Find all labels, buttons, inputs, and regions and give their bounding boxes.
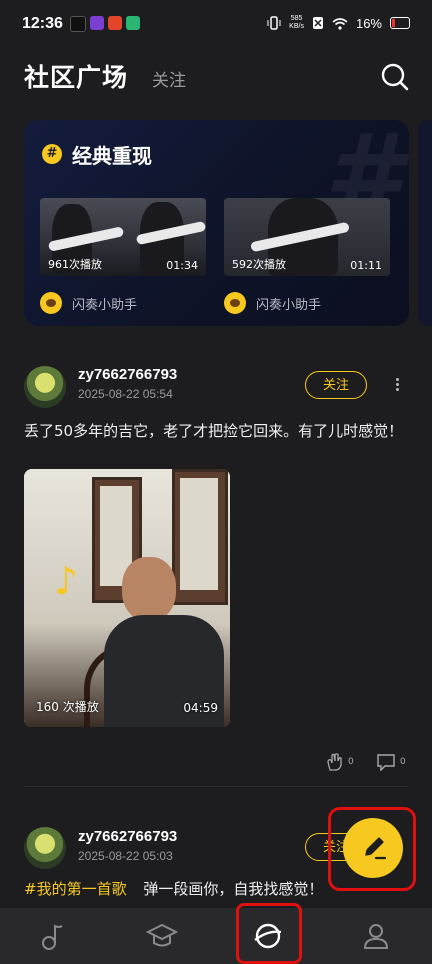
assistant-avatar <box>224 292 246 314</box>
post-date: 2025-08-22 05:03 <box>78 849 173 863</box>
avatar[interactable] <box>24 827 66 869</box>
status-time: 12:36 <box>22 15 63 32</box>
search-icon[interactable] <box>380 62 410 92</box>
classics-card-title: 经典重现 <box>72 144 152 168</box>
video-author: 闪奏小助手 <box>224 292 321 314</box>
like-count: 0 <box>348 757 354 767</box>
more-icon[interactable] <box>393 376 401 393</box>
post-username[interactable]: zy7662766793 <box>78 366 177 383</box>
status-right: 585 KB/s 16% <box>267 15 410 31</box>
tab-bar <box>0 908 432 964</box>
video-plays: 961次播放 <box>48 258 102 271</box>
highlight-box <box>328 807 416 891</box>
like-button[interactable]: 0 <box>326 752 354 772</box>
hash-badge-icon: # <box>42 144 62 164</box>
post-date: 2025-08-22 05:54 <box>78 387 173 401</box>
app-icon-green <box>126 16 140 30</box>
divider <box>24 786 408 787</box>
net-speed: 585 KB/s <box>289 15 304 30</box>
post-username[interactable]: zy7662766793 <box>78 828 177 845</box>
vibrate-icon <box>267 16 281 30</box>
author-name: 闪奏小助手 <box>72 297 138 313</box>
classics-card[interactable]: # # 经典重现 961次播放 01:34 592次播放 01:11 闪奏小助手… <box>24 120 409 326</box>
battery-icon <box>390 17 410 29</box>
app-icon-purple <box>90 16 104 30</box>
notification-icons <box>70 16 140 32</box>
video-duration: 01:34 <box>166 259 198 272</box>
tab-following[interactable]: 关注 <box>152 66 186 91</box>
profile-icon[interactable] <box>360 920 392 952</box>
comment-count: 0 <box>400 757 406 767</box>
post-text: 丢了50多年的吉它，老了才把捡它回来。有了儿时感觉！ <box>24 422 404 440</box>
graduation-cap-icon[interactable] <box>146 920 178 952</box>
wifi-icon <box>332 17 348 30</box>
assistant-avatar <box>40 292 62 314</box>
music-note-icon: ♪ <box>54 559 79 603</box>
video-duration: 01:11 <box>350 259 382 272</box>
status-bar: 12:36 585 KB/s 16% <box>0 0 432 50</box>
video-plays: 160 次播放 <box>36 700 99 714</box>
video-thumbnail[interactable]: 961次播放 01:34 <box>40 198 206 276</box>
post-hashtag[interactable]: #我的第一首歌 <box>24 880 127 898</box>
music-note-icon[interactable] <box>38 920 70 952</box>
app-icon-red <box>108 16 122 30</box>
follow-button[interactable]: 关注 <box>305 371 367 399</box>
video-duration: 04:59 <box>183 701 218 715</box>
clap-icon <box>327 753 342 771</box>
video-thumbnail[interactable]: 592次播放 01:11 <box>224 198 390 276</box>
highlight-box <box>236 903 302 964</box>
next-card-peek[interactable] <box>418 120 432 326</box>
battery-percent: 16% <box>355 15 382 31</box>
tiktok-icon <box>70 16 86 32</box>
comment-button[interactable]: 0 <box>376 753 406 771</box>
sim-icon <box>312 17 323 29</box>
author-name: 闪奏小助手 <box>256 297 322 313</box>
page-title: 社区广场 <box>24 64 129 92</box>
comment-icon <box>377 754 395 771</box>
video-author: 闪奏小助手 <box>40 292 137 314</box>
post-body: 弹一段画你，自我找感觉！ <box>143 880 324 898</box>
avatar[interactable] <box>24 366 66 408</box>
post-video[interactable]: ♪ 160 次播放 04:59 <box>24 469 230 727</box>
video-plays: 592次播放 <box>232 258 286 271</box>
